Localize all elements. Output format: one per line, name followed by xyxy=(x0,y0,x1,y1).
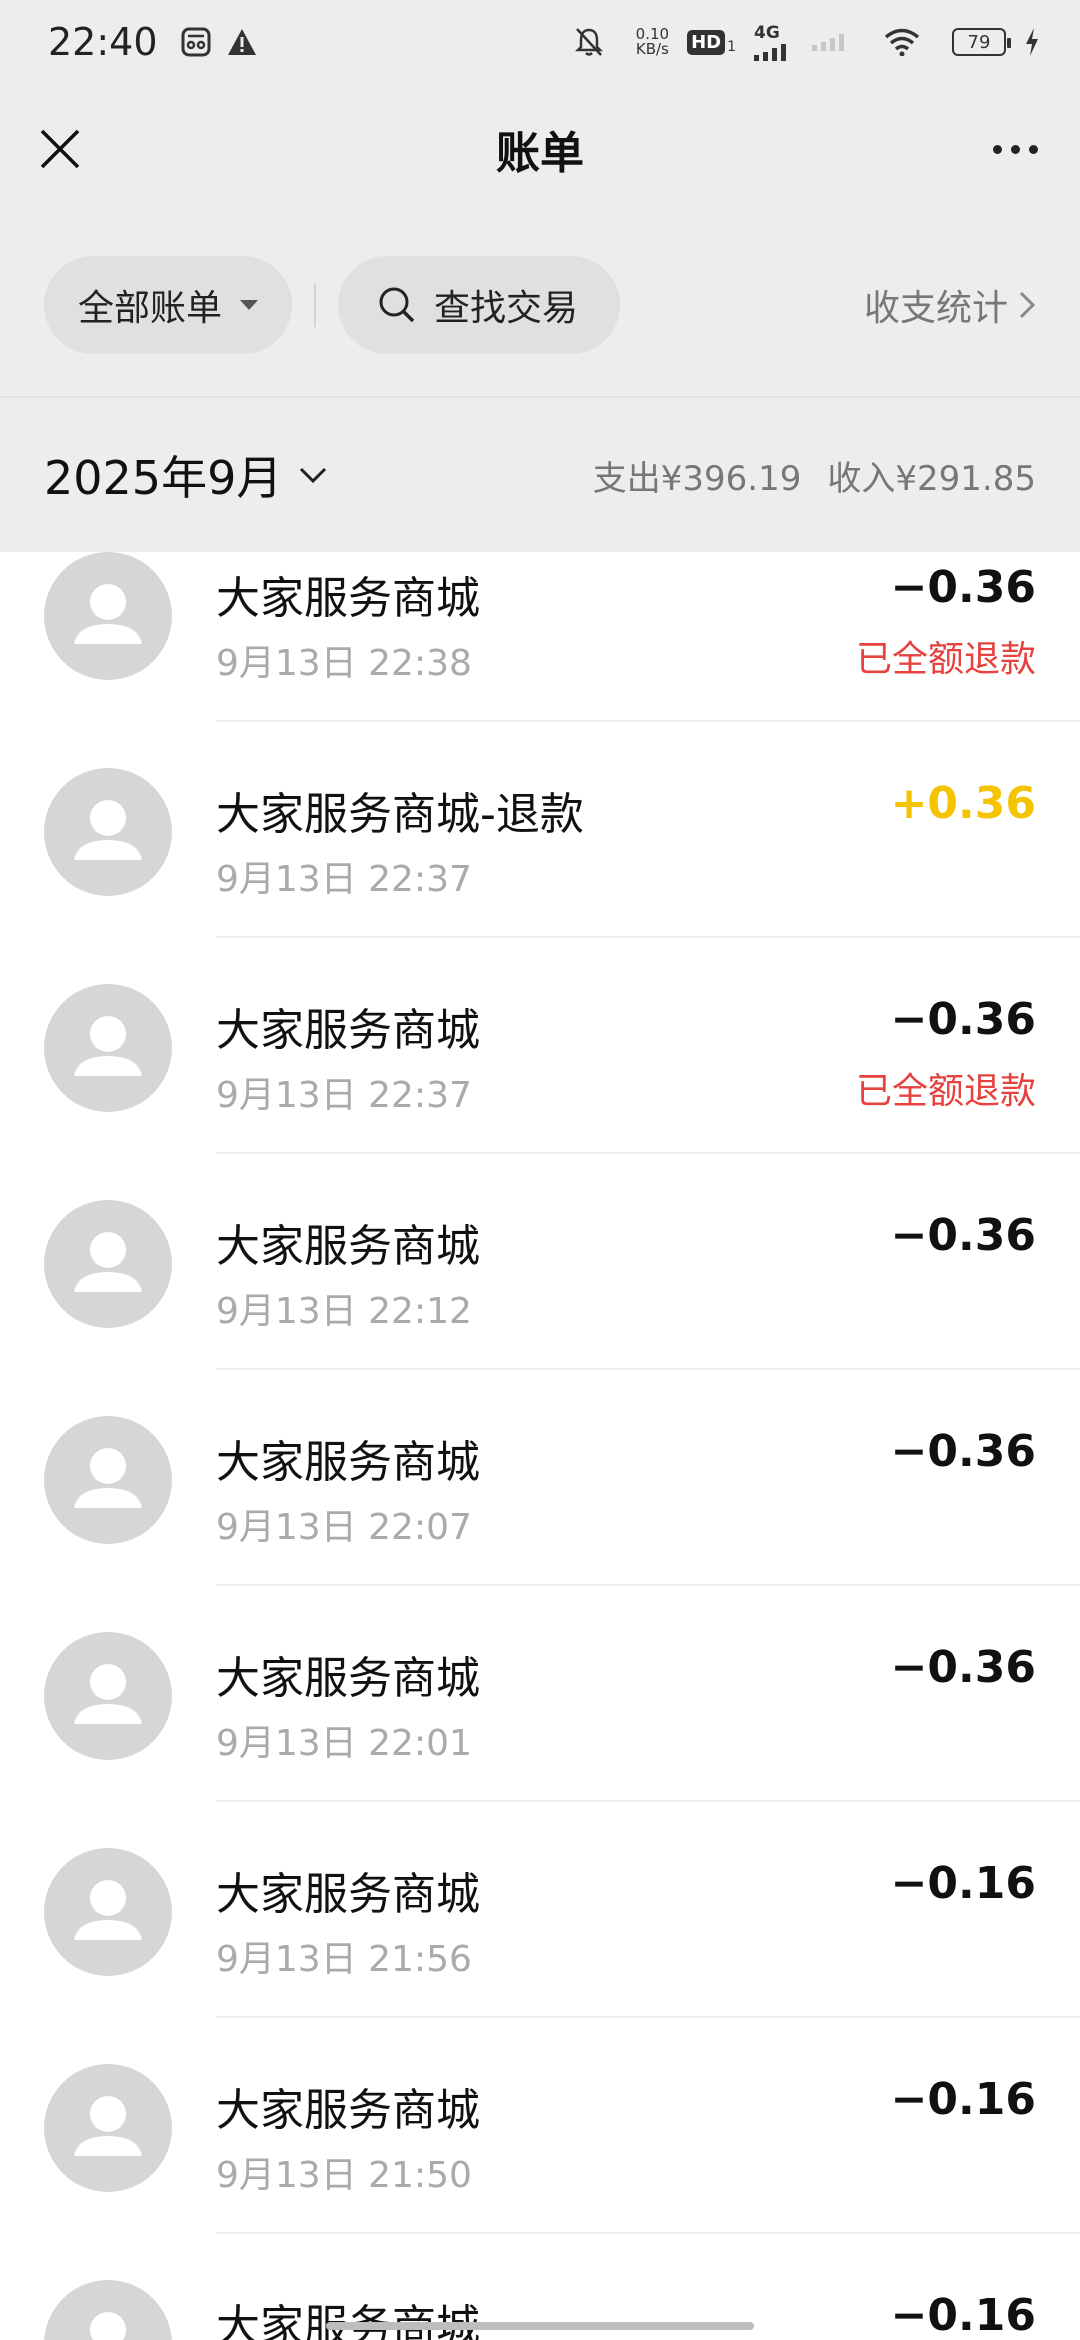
user-placeholder-icon xyxy=(74,2096,142,2156)
refund-status: 已全额退款 xyxy=(855,639,1036,680)
user-placeholder-icon xyxy=(74,1448,142,1508)
hd-sub: 1 xyxy=(727,38,736,55)
chevron-right-icon xyxy=(1019,291,1036,319)
transaction-row[interactable]: 大家服务商城 9月13日 21:50 −0.16 xyxy=(0,2018,1080,2234)
home-indicator[interactable] xyxy=(326,2322,754,2330)
signal-weak-icon xyxy=(812,33,852,51)
warning-icon xyxy=(226,27,258,57)
transaction-title: 大家服务商城 xyxy=(216,1653,480,1704)
transaction-time: 9月13日 22:01 xyxy=(216,1723,472,1764)
transaction-amount: −0.36 xyxy=(890,1426,1036,1477)
merchant-avatar xyxy=(44,768,172,896)
transaction-time: 9月13日 22:07 xyxy=(216,1507,472,1548)
transaction-row[interactable]: 大家服务商城-退款 9月13日 22:37 +0.36 xyxy=(0,722,1080,938)
transaction-row[interactable]: 大家服务商城 9月13日 22:07 −0.36 xyxy=(0,1370,1080,1586)
status-indicators: 0.10 KB/s HD 1 4G 79 xyxy=(574,23,1040,61)
merchant-avatar xyxy=(44,984,172,1112)
hd-indicator: HD 1 xyxy=(687,29,736,55)
transaction-list-inner: 大家服务商城 9月13日 22:38 −0.36 已全额退款 大家服务商城-退款 9月13… xyxy=(0,552,1080,2340)
page-title: 账单 xyxy=(496,128,584,179)
transaction-amount: −0.16 xyxy=(890,1858,1036,1909)
hd-label: HD xyxy=(687,29,726,55)
transaction-amount: −0.16 xyxy=(890,2074,1036,2125)
transaction-amount: −0.36 xyxy=(890,1210,1036,1261)
all-bills-dropdown[interactable]: 全部账单 xyxy=(44,256,292,354)
transaction-amount: −0.36 xyxy=(890,1642,1036,1693)
mute-bell-icon xyxy=(574,26,604,58)
filter-divider xyxy=(314,283,316,327)
filter-bar: 全部账单 查找交易 收支统计 xyxy=(0,214,1080,398)
transaction-title: 大家服务商城 xyxy=(216,2301,480,2340)
transaction-title: 大家服务商城 xyxy=(216,2085,480,2136)
user-placeholder-icon xyxy=(74,1664,142,1724)
signal-icon: 4G xyxy=(754,23,794,61)
merchant-avatar xyxy=(44,1200,172,1328)
chevron-down-icon xyxy=(300,467,327,484)
battery-level: 79 xyxy=(967,31,991,53)
close-icon xyxy=(40,129,80,169)
user-placeholder-icon xyxy=(90,2312,126,2340)
transaction-row[interactable]: 大家服务商城 9月13日 22:12 −0.36 xyxy=(0,1154,1080,1370)
dropdown-arrow-icon xyxy=(240,300,258,310)
transaction-time: 9月13日 22:38 xyxy=(216,643,472,684)
screen-record-icon xyxy=(180,26,212,58)
transaction-title: 大家服务商城 xyxy=(216,1437,480,1488)
transaction-time: 9月13日 22:37 xyxy=(216,859,472,900)
transaction-time: 9月13日 21:50 xyxy=(216,2155,472,2196)
stats-label: 收支统计 xyxy=(863,288,1008,329)
transaction-list[interactable]: 大家服务商城 9月13日 22:38 −0.36 已全额退款 大家服务商城-退款 9月13… xyxy=(0,552,1080,2340)
income-total: 收入¥291.85 xyxy=(827,458,1036,499)
user-placeholder-icon xyxy=(74,584,142,644)
transaction-time: 9月13日 21:56 xyxy=(216,1939,472,1980)
stats-link[interactable]: 收支统计 xyxy=(864,279,1036,331)
transaction-row[interactable]: 大家服务商城 9月13日 22:37 −0.36 已全额退款 xyxy=(0,938,1080,1154)
transaction-title: 大家服务商城 xyxy=(216,1869,480,1920)
transaction-amount: −0.16 xyxy=(890,2290,1036,2340)
search-label: 查找交易 xyxy=(434,288,579,329)
merchant-avatar xyxy=(44,1416,172,1544)
transaction-title: 大家服务商城 xyxy=(216,573,480,624)
merchant-avatar xyxy=(44,2280,172,2340)
transaction-amount: −0.36 xyxy=(890,562,1036,613)
net-speed: 0.10 KB/s xyxy=(636,27,669,57)
month-label: 2025年9月 xyxy=(44,451,283,505)
merchant-avatar xyxy=(44,1848,172,1976)
more-icon xyxy=(992,144,1038,154)
all-bills-label: 全部账单 xyxy=(78,288,223,329)
close-button[interactable] xyxy=(30,119,90,179)
more-button[interactable] xyxy=(980,119,1050,179)
transaction-row[interactable]: 大家服务商城 9月13日 22:01 −0.36 xyxy=(0,1586,1080,1802)
network-label: 4G xyxy=(754,23,780,43)
merchant-avatar xyxy=(44,552,172,680)
user-placeholder-icon xyxy=(74,1232,142,1292)
transaction-row[interactable]: 大家服务商城 9月13日 22:38 −0.36 已全额退款 xyxy=(0,552,1080,722)
search-transactions-button[interactable]: 查找交易 xyxy=(338,256,620,354)
transaction-amount: −0.36 xyxy=(890,994,1036,1045)
nav-bar: 账单 xyxy=(0,84,1080,214)
transaction-time: 9月13日 22:37 xyxy=(216,1075,472,1116)
wifi-icon xyxy=(884,28,920,56)
month-selector[interactable]: 2025年9月 xyxy=(44,442,328,508)
merchant-avatar xyxy=(44,1632,172,1760)
transaction-title: 大家服务商城 xyxy=(216,1005,480,1056)
transaction-title: 大家服务商城 xyxy=(216,1221,480,1272)
battery-icon: 79 xyxy=(952,28,1011,56)
charging-icon xyxy=(1024,27,1040,57)
user-placeholder-icon xyxy=(74,800,142,860)
user-placeholder-icon xyxy=(74,1016,142,1076)
status-bar: 22:40 0.10 KB/s HD 1 4G 79 xyxy=(0,0,1080,84)
month-totals: 支出¥396.19 收入¥291.85 xyxy=(593,451,1036,500)
net-speed-unit: KB/s xyxy=(635,40,669,58)
status-time: 22:40 xyxy=(48,20,158,64)
month-header: 2025年9月 支出¥396.19 收入¥291.85 xyxy=(0,398,1080,552)
refund-status: 已全额退款 xyxy=(855,1071,1036,1112)
expense-total: 支出¥396.19 xyxy=(592,458,802,499)
transaction-row[interactable]: 大家服务商城 9月13日 21:56 −0.16 xyxy=(0,1802,1080,2018)
transaction-time: 9月13日 22:12 xyxy=(216,1291,472,1332)
search-icon xyxy=(379,287,415,323)
user-placeholder-icon xyxy=(74,1880,142,1940)
merchant-avatar xyxy=(44,2064,172,2192)
transaction-title: 大家服务商城-退款 xyxy=(216,789,584,840)
transaction-amount: +0.36 xyxy=(890,778,1036,829)
